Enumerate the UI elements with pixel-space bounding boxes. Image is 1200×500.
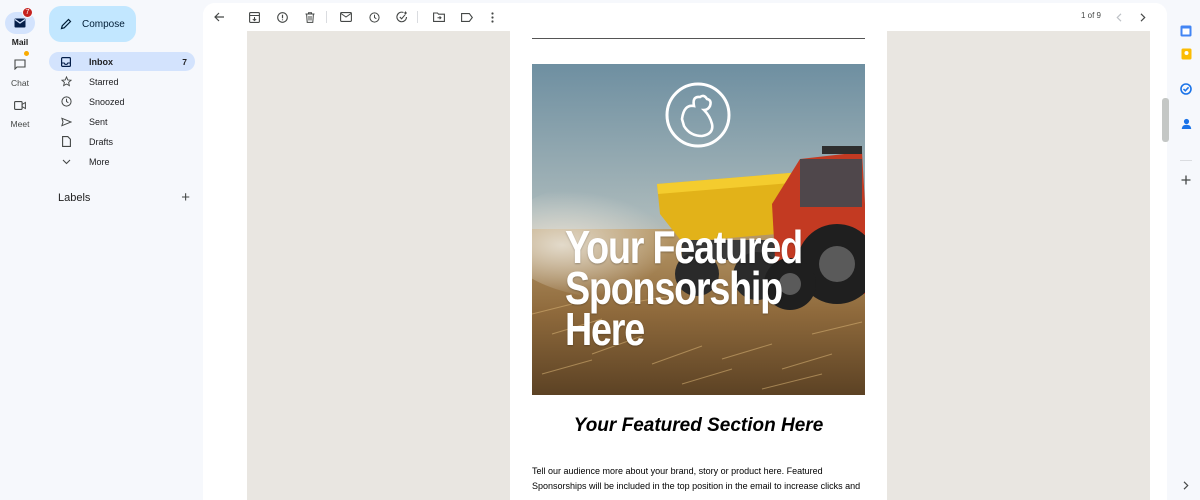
- sidebar-item-label: Sent: [89, 116, 108, 127]
- side-panel-rail: [1172, 0, 1200, 500]
- toolbar-divider: [417, 11, 418, 23]
- inbox-icon: [58, 56, 74, 67]
- header-divider: [532, 38, 865, 39]
- add-addon-icon[interactable]: [1179, 173, 1193, 187]
- add-task-icon[interactable]: [395, 10, 409, 24]
- calendar-icon[interactable]: [1179, 24, 1193, 38]
- video-camera-icon: [5, 94, 35, 116]
- message-pane: 1 of 9 Your Featured Sponsorship Here Yo…: [203, 3, 1167, 500]
- featured-sponsorship-image[interactable]: Your Featured Sponsorship Here: [532, 64, 865, 395]
- chevron-down-icon: [58, 159, 74, 165]
- sidebar-item-label: Snoozed: [89, 96, 125, 107]
- rail-chat[interactable]: Chat: [0, 50, 40, 88]
- email-viewer[interactable]: Your Featured Sponsorship Here Your Feat…: [247, 31, 1150, 500]
- draft-icon: [58, 136, 74, 147]
- star-icon: [58, 76, 74, 87]
- mark-unread-icon[interactable]: [339, 10, 353, 24]
- sidebar-item-more[interactable]: More: [49, 152, 195, 171]
- mail-badge: 7: [22, 7, 33, 18]
- labels-section: Labels +: [58, 189, 190, 206]
- chevron-right-icon[interactable]: [1179, 478, 1193, 492]
- sidebar-item-snoozed[interactable]: Snoozed: [49, 92, 195, 111]
- trash-icon[interactable]: [303, 10, 317, 24]
- hero-headline: Your Featured Sponsorship Here: [565, 221, 803, 355]
- sidebar-item-label: Drafts: [89, 136, 114, 147]
- contacts-icon[interactable]: [1179, 117, 1193, 131]
- email-body: Your Featured Sponsorship Here Your Feat…: [510, 31, 887, 500]
- app-rail: 7 Mail Chat Meet: [0, 0, 40, 500]
- pencil-icon: [60, 18, 72, 30]
- inbox-count: 7: [182, 56, 187, 67]
- rail-divider: [1180, 160, 1192, 161]
- clock-icon: [58, 96, 74, 107]
- chevron-left-icon[interactable]: [1112, 10, 1126, 24]
- sidebar: Compose Inbox 7 Starred Snoozed Sent Dra…: [41, 0, 201, 500]
- sidebar-item-label: Starred: [89, 76, 119, 87]
- toolbar-divider: [326, 11, 327, 23]
- compose-button[interactable]: Compose: [49, 6, 136, 42]
- section-title: Your Featured Section Here: [573, 415, 824, 436]
- back-arrow-icon[interactable]: [212, 10, 226, 24]
- message-toolbar: 1 of 9: [203, 3, 1167, 31]
- report-spam-icon[interactable]: [275, 10, 289, 24]
- move-to-folder-icon[interactable]: [432, 10, 446, 24]
- labels-heading: Labels: [58, 191, 91, 204]
- sidebar-item-label: Inbox: [89, 56, 113, 67]
- email-paragraph: Tell our audience more about your brand,…: [532, 466, 861, 491]
- keep-icon[interactable]: [1179, 47, 1193, 61]
- mail-icon: 7: [5, 7, 35, 34]
- tasks-icon[interactable]: [1179, 82, 1193, 96]
- scrollbar-thumb[interactable]: [1162, 98, 1169, 142]
- snooze-clock-icon[interactable]: [367, 10, 381, 24]
- send-icon: [58, 116, 74, 127]
- rail-meet-label: Meet: [10, 119, 30, 129]
- rail-meet[interactable]: Meet: [0, 94, 40, 129]
- label-icon[interactable]: [460, 10, 474, 24]
- add-label-icon[interactable]: +: [181, 189, 190, 206]
- sidebar-item-label: More: [89, 156, 110, 167]
- sidebar-item-inbox[interactable]: Inbox 7: [49, 52, 195, 71]
- more-vertical-icon[interactable]: [485, 10, 499, 24]
- compose-label: Compose: [82, 18, 125, 30]
- sidebar-item-drafts[interactable]: Drafts: [49, 132, 195, 151]
- sidebar-item-sent[interactable]: Sent: [49, 112, 195, 131]
- chat-notification-dot: [23, 50, 30, 57]
- rail-mail-label: Mail: [11, 37, 29, 47]
- rail-mail[interactable]: 7 Mail: [0, 7, 40, 47]
- chat-icon: [5, 50, 35, 75]
- sidebar-item-starred[interactable]: Starred: [49, 72, 195, 91]
- archive-icon[interactable]: [247, 10, 261, 24]
- chevron-right-icon[interactable]: [1136, 10, 1150, 24]
- pagination-text: 1 of 9: [1080, 11, 1101, 20]
- rail-chat-label: Chat: [11, 78, 29, 88]
